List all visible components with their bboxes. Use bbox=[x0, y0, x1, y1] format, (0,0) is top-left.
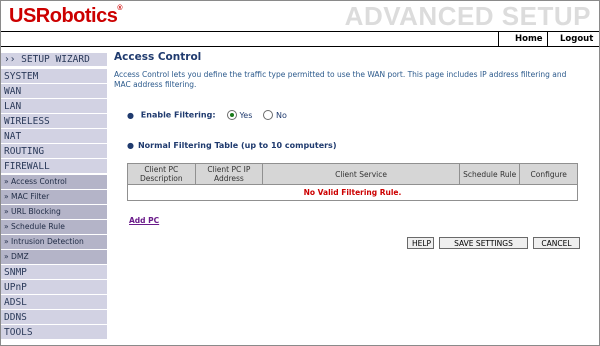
page-title: Access Control bbox=[114, 51, 202, 63]
filtering-table: Client PC Description Client PC IP Addre… bbox=[127, 163, 578, 201]
filtering-table-title-text: Normal Filtering Table (up to 10 compute… bbox=[137, 141, 337, 150]
sidebar-item-routing[interactable]: ROUTING bbox=[1, 144, 107, 159]
sidebar-item-tools[interactable]: TOOLS bbox=[1, 325, 107, 340]
sidebar-item-mac-filter[interactable]: » MAC Filter bbox=[1, 190, 107, 205]
bullet-icon: ● bbox=[127, 141, 134, 150]
sidebar-item-wan[interactable]: WAN bbox=[1, 84, 107, 99]
sidebar-item-nat[interactable]: NAT bbox=[1, 129, 107, 144]
sidebar-item-lan[interactable]: LAN bbox=[1, 99, 107, 114]
sidebar-item-firewall[interactable]: FIREWALL bbox=[1, 159, 107, 174]
filtering-yes-radio[interactable] bbox=[226, 110, 237, 120]
help-button[interactable]: HELP bbox=[407, 237, 434, 249]
registered-mark: ® bbox=[117, 5, 123, 12]
header: USRobotics® ADVANCED SETUP bbox=[1, 1, 599, 31]
enable-filtering-row: ● Enable Filtering: Yes No bbox=[127, 110, 295, 120]
col-client-pc-ip: Client PC IP Address bbox=[194, 163, 264, 185]
nav-divider bbox=[547, 32, 548, 46]
logo-text: USRobotics bbox=[9, 5, 118, 27]
logout-link[interactable]: Logout bbox=[560, 32, 593, 46]
cancel-button[interactable]: CANCEL bbox=[533, 237, 580, 249]
sidebar: ›› SETUP WIZARD SYSTEM WAN LAN WIRELESS … bbox=[1, 48, 108, 345]
sidebar-item-access-control[interactable]: » Access Control bbox=[1, 175, 107, 190]
sidebar-item-dmz[interactable]: » DMZ bbox=[1, 250, 107, 265]
sidebar-item-adsl[interactable]: ADSL bbox=[1, 295, 107, 310]
page-description: Access Control lets you define the traff… bbox=[114, 70, 567, 89]
sidebar-item-intrusion-detection[interactable]: » Intrusion Detection bbox=[1, 235, 107, 250]
sidebar-item-setup-wizard[interactable]: ›› SETUP WIZARD bbox=[1, 53, 107, 67]
app-window: USRobotics® ADVANCED SETUP Home Logout ›… bbox=[0, 0, 600, 346]
page-banner: ADVANCED SETUP bbox=[344, 1, 591, 31]
table-row: No Valid Filtering Rule. bbox=[127, 184, 578, 201]
enable-filtering-label: Enable Filtering: bbox=[140, 110, 216, 120]
filtering-table-title: ● Normal Filtering Table (up to 10 comput… bbox=[127, 141, 336, 150]
col-configure: Configure bbox=[519, 163, 578, 185]
filtering-no-radio[interactable] bbox=[263, 110, 274, 120]
col-client-pc-description: Client PC Description bbox=[127, 163, 196, 185]
main-content: Access Control Access Control lets you d… bbox=[114, 51, 594, 249]
empty-table-message: No Valid Filtering Rule. bbox=[127, 184, 578, 201]
sidebar-item-wireless[interactable]: WIRELESS bbox=[1, 114, 107, 129]
bullet-icon: ● bbox=[127, 110, 134, 120]
col-client-service: Client Service bbox=[262, 163, 460, 185]
home-link[interactable]: Home bbox=[515, 32, 543, 46]
filtering-yes-label: Yes bbox=[239, 110, 253, 120]
sidebar-item-system[interactable]: SYSTEM bbox=[1, 69, 107, 84]
sidebar-item-url-blocking[interactable]: » URL Blocking bbox=[1, 205, 107, 220]
sidebar-item-snmp[interactable]: SNMP bbox=[1, 265, 107, 280]
filtering-no-label: No bbox=[275, 110, 287, 120]
table-header-row: Client PC Description Client PC IP Addre… bbox=[127, 163, 578, 185]
add-pc-link[interactable]: Add PC bbox=[129, 216, 159, 225]
sidebar-item-upnp[interactable]: UPnP bbox=[1, 280, 107, 295]
top-nav: Home Logout bbox=[1, 31, 599, 47]
sidebar-item-schedule-rule[interactable]: » Schedule Rule bbox=[1, 220, 107, 235]
brand-logo: USRobotics® bbox=[9, 5, 122, 28]
sidebar-item-ddns[interactable]: DDNS bbox=[1, 310, 107, 325]
nav-divider bbox=[498, 32, 499, 46]
save-settings-button[interactable]: SAVE SETTINGS bbox=[439, 237, 528, 249]
col-schedule-rule: Schedule Rule bbox=[458, 163, 521, 185]
